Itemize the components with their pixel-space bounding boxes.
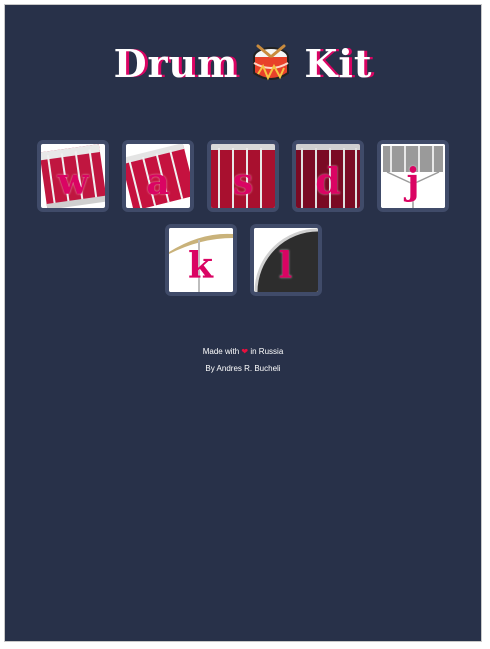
keys-row-1: w a s d j [5,140,481,212]
title-drum-text: Drum [113,41,239,86]
key-letter: d [315,161,341,203]
page-title: Drum Kit [5,41,481,86]
drum-key-l[interactable]: l [249,224,322,296]
key-letter: a [146,161,170,203]
drum-key-s[interactable]: s [207,140,279,212]
drum-key-j[interactable]: j [377,140,449,212]
drum-key-w[interactable]: w [37,140,109,212]
drum-key-a[interactable]: a [122,140,194,212]
drum-kit-page: Drum Kit w a s d j k l Made with ❤ in Ru… [4,4,482,642]
title-kit-text: Kit [304,41,373,86]
made-with-line: Made with ❤ in Russia [5,347,481,356]
drum-key-k[interactable]: k [164,224,237,296]
key-letter: k [188,245,213,287]
origin-text: in Russia [250,347,284,356]
heart-icon: ❤ [241,347,249,356]
key-letter: j [406,161,420,203]
key-letter: w [57,161,89,203]
drum-key-d[interactable]: d [292,140,364,212]
key-letter: l [278,245,293,287]
made-with-text: Made with [202,347,240,356]
author-credit: By Andres R. Bucheli [205,364,281,373]
keys-row-2: k l [5,224,481,296]
key-letter: s [232,161,254,203]
drum-icon [253,44,290,80]
